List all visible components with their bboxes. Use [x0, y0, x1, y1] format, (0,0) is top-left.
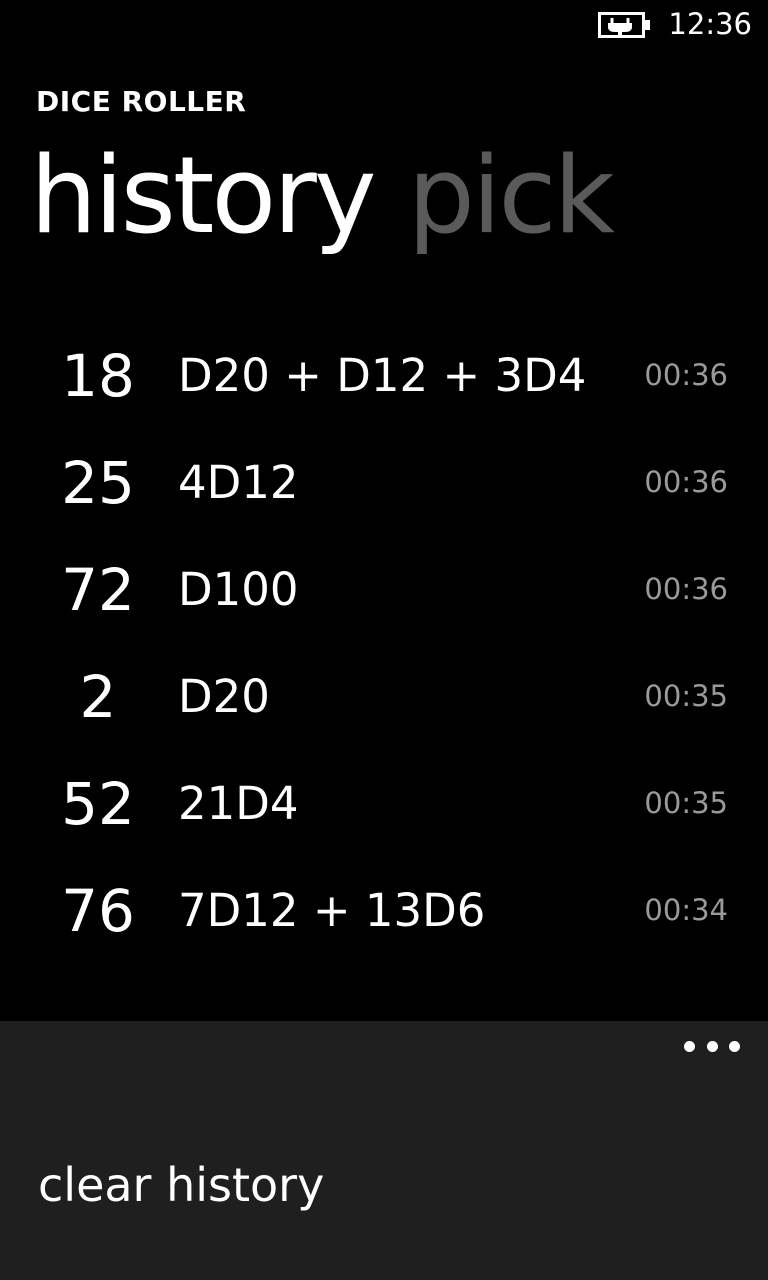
roll-time: 00:36	[644, 572, 728, 606]
history-row[interactable]: 25 4D12 00:36	[0, 428, 768, 535]
history-row[interactable]: 2 D20 00:35	[0, 642, 768, 749]
roll-time: 00:35	[644, 679, 728, 713]
ellipsis-dot	[684, 1040, 695, 1052]
roll-result: 25	[61, 449, 135, 517]
status-clock: 12:36	[668, 7, 752, 41]
history-row[interactable]: 72 D100 00:36	[0, 535, 768, 642]
battery-charging-icon	[598, 12, 652, 38]
ellipsis-dot	[729, 1040, 740, 1052]
pivot-headers: history pick	[30, 132, 646, 260]
clear-history-menu-item[interactable]: clear history	[38, 1155, 324, 1215]
roll-time: 00:36	[644, 465, 728, 499]
dice-expression: 21D4	[178, 777, 299, 830]
roll-time: 00:36	[644, 358, 728, 392]
dice-expression: D20 + D12 + 3D4	[178, 349, 587, 402]
ellipsis-icon[interactable]	[684, 1035, 740, 1057]
history-row[interactable]: 76 7D12 + 13D6 00:34	[0, 856, 768, 963]
roll-result: 52	[61, 770, 135, 838]
dice-expression: D100	[178, 563, 299, 616]
roll-result: 76	[61, 877, 135, 945]
pivot-tab-pick[interactable]: pick	[408, 132, 615, 260]
dice-expression: 4D12	[178, 456, 299, 509]
history-list: 18 D20 + D12 + 3D4 00:36 25 4D12 00:36 7…	[0, 321, 768, 963]
roll-result: 18	[61, 342, 135, 410]
dice-expression: 7D12 + 13D6	[178, 884, 486, 937]
ellipsis-dot	[706, 1040, 718, 1052]
roll-time: 00:34	[644, 893, 728, 927]
roll-result: 72	[61, 556, 135, 624]
history-row[interactable]: 52 21D4 00:35	[0, 749, 768, 856]
roll-time: 00:35	[644, 786, 728, 820]
status-bar: 12:36	[0, 0, 768, 52]
history-row[interactable]: 18 D20 + D12 + 3D4 00:36	[0, 321, 768, 428]
app-title: DICE ROLLER	[36, 85, 247, 118]
dice-expression: D20	[178, 670, 270, 723]
roll-result: 2	[79, 663, 117, 731]
app-bar: clear history	[0, 1021, 768, 1280]
pivot-tab-history[interactable]: history	[30, 132, 377, 260]
